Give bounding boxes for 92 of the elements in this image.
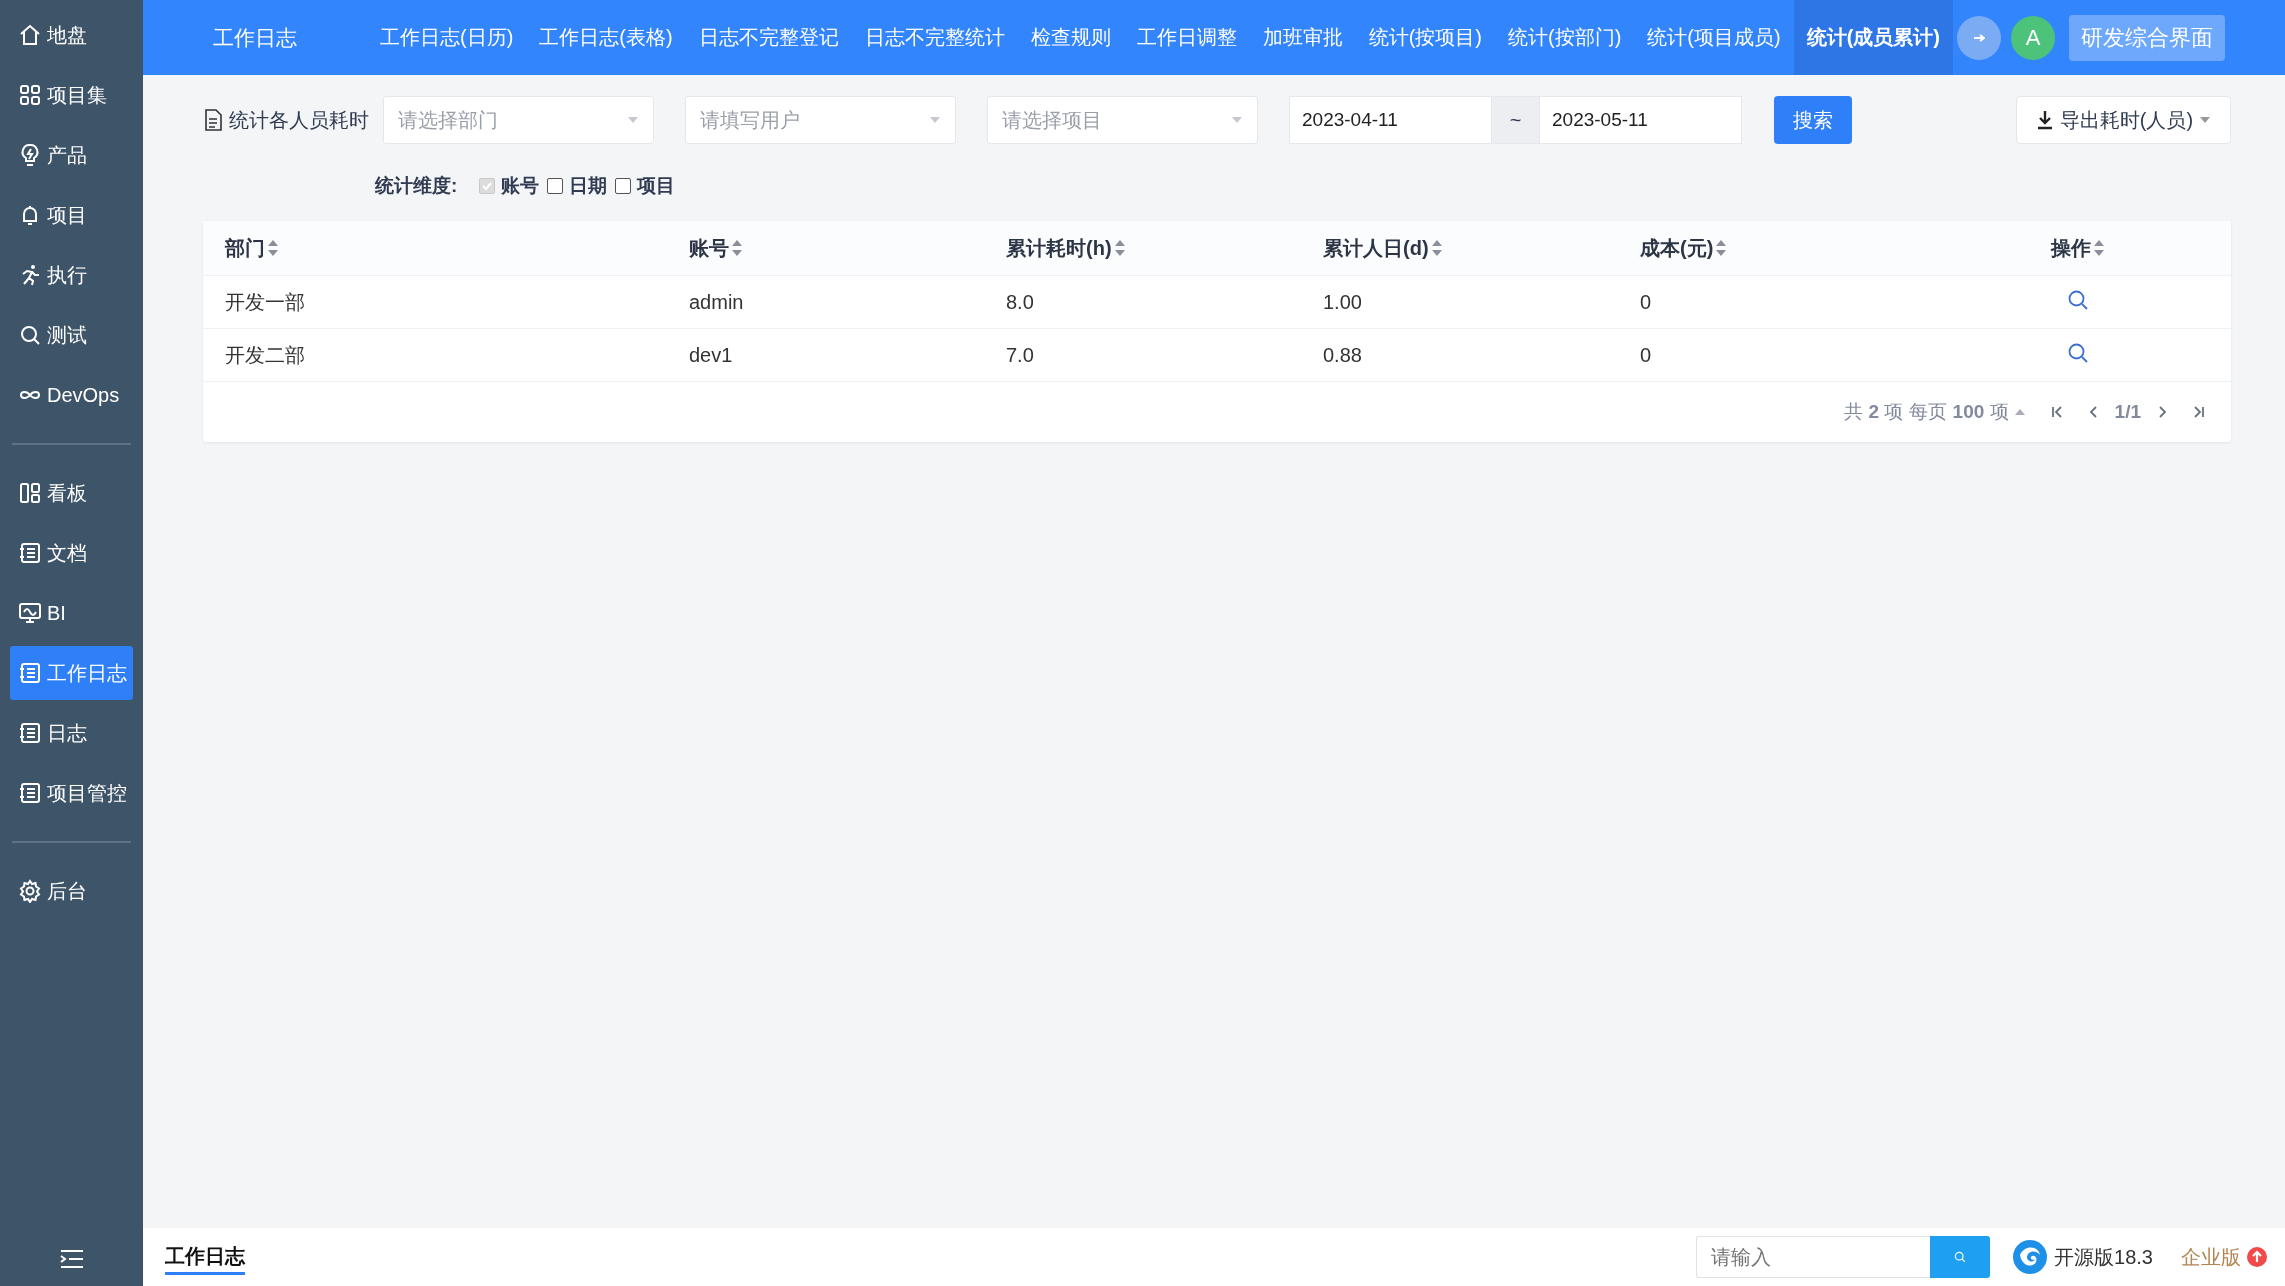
table-cell-text: 开发一部 [225, 289, 306, 315]
table-cell-text: 0.88 [1323, 343, 1363, 367]
sidebar-item[interactable]: 地盘 [10, 8, 133, 62]
sidebar-item[interactable]: 文档 [10, 526, 133, 580]
nav-tab[interactable]: 统计(按项目) [1355, 0, 1495, 75]
nav-tab[interactable]: 加班审批 [1249, 0, 1356, 75]
page-size-selector[interactable]: 每页 100 项 [1909, 399, 2009, 425]
search-icon [1954, 1251, 1967, 1263]
monitor-icon [18, 601, 42, 625]
table-cell-text: 0 [1640, 343, 1653, 367]
version-label: 开源版18.3 [2054, 1244, 2153, 1270]
sidebar-item[interactable]: BI [10, 586, 133, 640]
search-button[interactable]: 搜索 [1774, 96, 1852, 144]
checkbox[interactable] [615, 178, 632, 194]
app-title: 工作日志 [213, 24, 297, 51]
column-header[interactable]: 累计耗时(h) [1006, 234, 1112, 262]
swirl-logo-icon [2012, 1239, 2049, 1275]
sidebar-item[interactable]: DevOps [10, 368, 133, 422]
sidebar-item[interactable]: 产品 [10, 128, 133, 182]
last-page-icon[interactable] [2191, 405, 2205, 419]
date-separator: ~ [1492, 96, 1539, 144]
list-icon [18, 661, 42, 685]
arrow-icon [1972, 33, 1985, 42]
filter-title: 统计各人员耗时 [229, 107, 369, 133]
search-field[interactable]: 请输入 [1696, 1236, 1931, 1278]
nav-tab[interactable]: 日志不完整登记 [685, 0, 852, 75]
nav-tab[interactable]: 统计(成员累计) [1793, 0, 1953, 75]
sort-icon[interactable] [731, 239, 743, 257]
sidebar-item[interactable]: 测试 [10, 308, 133, 362]
nav-tab[interactable]: 日志不完整统计 [851, 0, 1018, 75]
checkbox-label[interactable]: 日期 [569, 173, 608, 199]
lightbulb-icon [18, 143, 42, 167]
column-header[interactable]: 部门 [225, 234, 265, 262]
sidebar-item[interactable]: 项目 [10, 188, 133, 242]
column-header[interactable]: 累计人日(d) [1323, 234, 1429, 262]
list-icon [18, 541, 42, 565]
grid-icon [18, 83, 42, 107]
sort-icon[interactable] [267, 239, 279, 257]
sort-icon[interactable] [1715, 239, 1728, 257]
column-header[interactable]: 账号 [689, 234, 729, 262]
sidebar-item[interactable]: 日志 [10, 706, 133, 760]
nav-tab[interactable]: 检查规则 [1017, 0, 1124, 75]
dimension-label: 统计维度: [375, 174, 458, 198]
list-icon [18, 721, 42, 745]
sort-icon[interactable] [1113, 239, 1126, 257]
caret-icon [627, 116, 639, 124]
sidebar-item[interactable]: 工作日志 [10, 646, 133, 700]
nav-tab[interactable]: 工作日志(日历) [367, 0, 527, 75]
nav-tab[interactable]: 工作日志(表格) [526, 0, 686, 75]
upgrade-icon [2247, 1247, 2267, 1267]
caret-icon [929, 116, 941, 124]
export-button[interactable]: 导出耗时(人员) [2016, 96, 2231, 144]
table-cell-text: 1.00 [1323, 290, 1363, 314]
search-icon[interactable] [2067, 288, 2089, 311]
table-cell-text: admin [689, 290, 745, 314]
column-header[interactable]: 成本(元) [1640, 234, 1714, 262]
search-icon[interactable] [2067, 341, 2089, 364]
sidebar-item[interactable]: 执行 [10, 248, 133, 302]
sidebar-item[interactable]: 后台 [10, 864, 133, 918]
table-cell-text: 0 [1640, 290, 1653, 314]
document-icon [203, 109, 223, 131]
footer-tab[interactable]: 工作日志 [165, 1243, 245, 1275]
table-cell-text: dev1 [689, 343, 734, 367]
caret-icon [1231, 116, 1243, 124]
sidebar-item[interactable]: 项目管控 [10, 766, 133, 820]
search-button[interactable] [1930, 1236, 1991, 1278]
sort-icon[interactable] [2093, 239, 2105, 257]
home-icon [18, 23, 42, 47]
table-cell-text: 7.0 [1006, 343, 1035, 367]
sort-icon[interactable] [1430, 239, 1443, 257]
menu-icon[interactable] [58, 1248, 85, 1270]
board-icon [18, 481, 42, 505]
table-cell-text: 开发二部 [225, 342, 306, 368]
checkbox-label[interactable]: 项目 [637, 173, 676, 199]
nav-tab[interactable]: 统计(按部门) [1495, 0, 1635, 75]
checkbox[interactable] [547, 178, 564, 194]
page-indicator: 1/1 [2114, 401, 2141, 423]
caret-icon [2199, 116, 2212, 124]
gear-icon [18, 879, 42, 903]
list-icon [18, 781, 42, 805]
download-icon [2035, 110, 2054, 130]
date-field[interactable]: 2023-05-11 [1539, 96, 1742, 144]
nav-tab[interactable]: 统计(项目成员) [1634, 0, 1794, 75]
first-page-icon[interactable] [2050, 405, 2065, 419]
nav-tab[interactable]: 工作日调整 [1123, 0, 1250, 75]
date-field[interactable]: 2023-04-11 [1289, 96, 1492, 144]
table-cell-text: 8.0 [1006, 290, 1035, 314]
column-header[interactable]: 操作 [2051, 234, 2091, 262]
sidebar-item[interactable]: 项目集 [10, 68, 133, 122]
sidebar-item[interactable]: 看板 [10, 466, 133, 520]
total-count: 共 2 项 [1844, 400, 1904, 424]
magnifier-icon [18, 323, 42, 347]
